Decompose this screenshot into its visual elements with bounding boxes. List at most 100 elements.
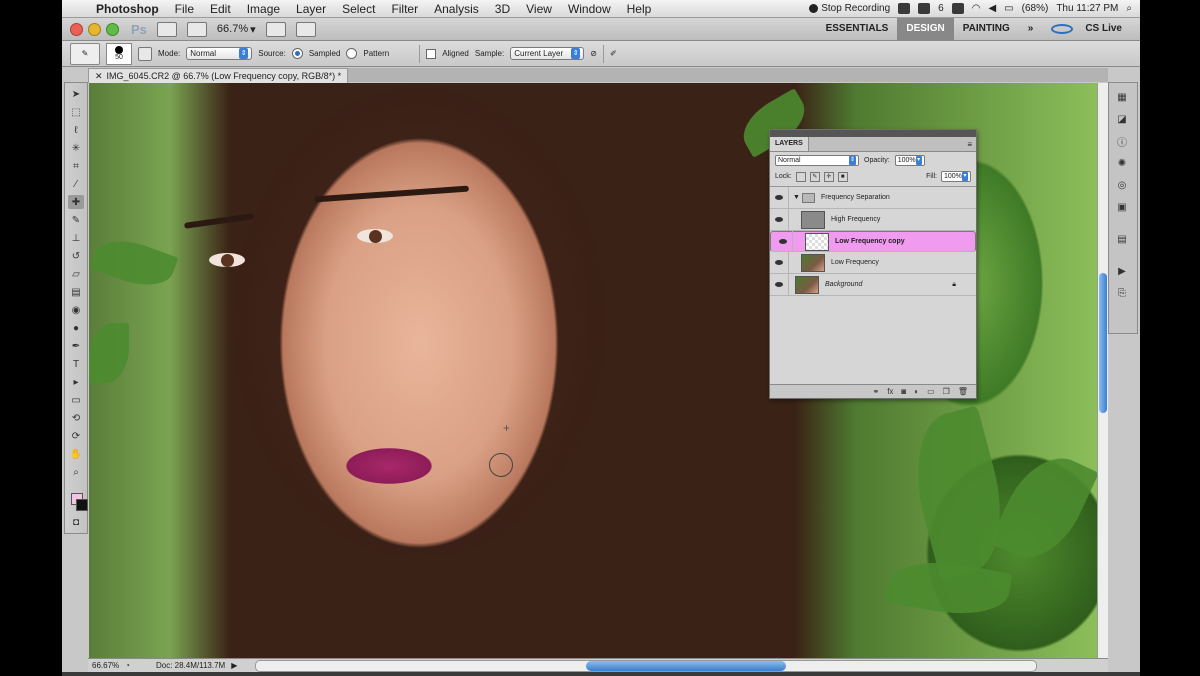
- 3d-rotate-tool-icon[interactable]: ⟲: [68, 411, 84, 425]
- layer-row-selected[interactable]: Low Frequency copy: [770, 231, 976, 252]
- screen-mode-button[interactable]: [295, 21, 316, 37]
- new-layer-icon[interactable]: ❐: [943, 387, 950, 396]
- actions-panel-icon[interactable]: ▶: [1115, 265, 1129, 277]
- volume-icon[interactable]: ◀: [988, 3, 996, 14]
- clone-stamp-tool-icon[interactable]: ⊥: [68, 231, 84, 245]
- stop-recording-button[interactable]: Stop Recording: [809, 3, 890, 14]
- eraser-tool-icon[interactable]: ▱: [68, 267, 84, 281]
- mask-icon[interactable]: ◙: [901, 387, 906, 396]
- menu-filter[interactable]: Filter: [383, 2, 426, 16]
- layer-row[interactable]: High Frequency: [770, 209, 976, 231]
- visibility-toggle[interactable]: [770, 209, 789, 230]
- minimize-window-button[interactable]: [88, 22, 101, 36]
- battery-icon[interactable]: ▭: [1004, 3, 1013, 14]
- panel-titlebar[interactable]: [770, 130, 976, 137]
- clone-source-panel-button[interactable]: [138, 46, 152, 61]
- menu-file[interactable]: File: [167, 2, 202, 16]
- menu-view[interactable]: View: [518, 2, 560, 16]
- menu-select[interactable]: Select: [334, 2, 383, 16]
- layers-tab[interactable]: LAYERS: [770, 137, 809, 151]
- pressure-size-icon[interactable]: ✐: [610, 49, 617, 58]
- more-workspaces-button[interactable]: »: [1019, 18, 1043, 40]
- horizontal-scrollbar[interactable]: [255, 659, 1038, 672]
- document-tab[interactable]: ✕ IMG_6045.CR2 @ 66.7% (Low Frequency co…: [88, 68, 349, 83]
- adjustments-panel-icon[interactable]: ▣: [1115, 201, 1129, 213]
- color-panel-icon[interactable]: ✺: [1115, 157, 1129, 169]
- shape-tool-icon[interactable]: ▭: [68, 393, 84, 407]
- histogram-panel-icon[interactable]: ▦: [1115, 91, 1129, 103]
- quick-selection-tool-icon[interactable]: ✳: [68, 141, 84, 155]
- tray-number[interactable]: 6: [938, 3, 944, 14]
- mode-select[interactable]: Normal ⇕: [186, 47, 253, 60]
- tray-app-icon-2[interactable]: [918, 3, 931, 14]
- pattern-radio[interactable]: [346, 48, 358, 59]
- ignore-adjustment-layers-icon[interactable]: ⊘: [590, 49, 597, 58]
- zoom-readout[interactable]: 66.67%: [92, 661, 119, 670]
- menu-analysis[interactable]: Analysis: [426, 2, 487, 16]
- lock-pixels-icon[interactable]: ✎: [809, 171, 820, 182]
- vertical-scroll-thumb[interactable]: [1099, 273, 1107, 413]
- aligned-checkbox[interactable]: [426, 48, 437, 59]
- workspace-design[interactable]: DESIGN: [897, 18, 954, 40]
- tray-app-icon-3[interactable]: [951, 3, 964, 14]
- menu-image[interactable]: Image: [239, 2, 288, 16]
- visibility-toggle[interactable]: [770, 274, 789, 295]
- sample-select[interactable]: Current Layer ⇕: [510, 47, 585, 60]
- masks-panel-icon[interactable]: ◎: [1115, 179, 1129, 191]
- zoom-level-select[interactable]: 66.7% ▾: [217, 23, 256, 36]
- menu-edit[interactable]: Edit: [202, 2, 239, 16]
- crop-tool-icon[interactable]: ⌗: [68, 159, 84, 173]
- link-icon[interactable]: ⚭: [872, 387, 879, 396]
- eyedropper-tool-icon[interactable]: ⁄: [68, 177, 84, 191]
- 3d-orbit-tool-icon[interactable]: ⟳: [68, 429, 84, 443]
- menu-3d[interactable]: 3D: [487, 2, 518, 16]
- type-tool-icon[interactable]: T: [68, 357, 84, 371]
- spotlight-icon[interactable]: ⌕: [1126, 3, 1132, 14]
- panel-menu-icon[interactable]: ≡: [967, 140, 976, 149]
- pen-tool-icon[interactable]: ✒: [68, 339, 84, 353]
- gradient-tool-icon[interactable]: ▤: [68, 285, 84, 299]
- menu-layer[interactable]: Layer: [288, 2, 334, 16]
- lock-all-icon[interactable]: ■: [837, 171, 848, 182]
- history-brush-tool-icon[interactable]: ↺: [68, 249, 84, 263]
- move-tool-icon[interactable]: ➤: [68, 87, 84, 101]
- info-panel-icon[interactable]: ⓘ: [1115, 135, 1129, 149]
- quick-mask-icon[interactable]: ◘: [68, 515, 84, 529]
- horizontal-scroll-thumb[interactable]: [586, 660, 787, 671]
- disclosure-triangle-icon[interactable]: ▼: [793, 194, 800, 201]
- status-menu-arrow-icon[interactable]: ▶: [231, 661, 237, 670]
- layers-panel-icon[interactable]: ▤: [1115, 233, 1129, 245]
- battery-percent[interactable]: (68%): [1022, 3, 1049, 14]
- sampled-radio[interactable]: [291, 48, 303, 59]
- trash-icon[interactable]: 🗑︎: [958, 387, 968, 396]
- marquee-tool-icon[interactable]: ⬚: [68, 105, 84, 119]
- workspace-painting[interactable]: PAINTING: [954, 18, 1019, 40]
- blur-tool-icon[interactable]: ◉: [68, 303, 84, 317]
- adjustment-icon[interactable]: ◐: [914, 387, 919, 396]
- history-panel-icon[interactable]: ⎘: [1115, 287, 1129, 299]
- fill-field[interactable]: 100% ▾: [941, 171, 971, 182]
- brush-tool-icon[interactable]: ✎: [68, 213, 84, 227]
- lock-position-icon[interactable]: ✛: [823, 171, 834, 182]
- lasso-tool-icon[interactable]: ℓ: [68, 123, 84, 137]
- healing-brush-tool-icon[interactable]: ✚: [68, 195, 84, 209]
- tray-app-icon[interactable]: [898, 3, 911, 14]
- menu-app-name[interactable]: Photoshop: [88, 2, 167, 16]
- view-extras-button[interactable]: [186, 21, 207, 37]
- cs-live-button[interactable]: CS Live: [1042, 18, 1140, 40]
- background-color-swatch[interactable]: [76, 499, 88, 511]
- visibility-toggle[interactable]: [770, 187, 789, 208]
- fx-icon[interactable]: fx: [887, 387, 893, 396]
- dodge-tool-icon[interactable]: ●: [68, 321, 84, 335]
- zoom-tool-icon[interactable]: ⌕: [68, 465, 84, 479]
- workspace-essentials[interactable]: ESSENTIALS: [817, 18, 898, 40]
- brush-preset-picker[interactable]: 50: [106, 42, 132, 65]
- arrange-documents-button[interactable]: [265, 21, 286, 37]
- navigator-panel-icon[interactable]: ◪: [1115, 113, 1129, 125]
- launch-bridge-button[interactable]: [156, 21, 177, 37]
- close-window-button[interactable]: [70, 22, 83, 36]
- wifi-icon[interactable]: ◠: [972, 3, 981, 14]
- close-tab-icon[interactable]: ✕: [95, 71, 103, 82]
- lock-transparency-icon[interactable]: [795, 171, 806, 182]
- visibility-toggle[interactable]: [774, 231, 793, 252]
